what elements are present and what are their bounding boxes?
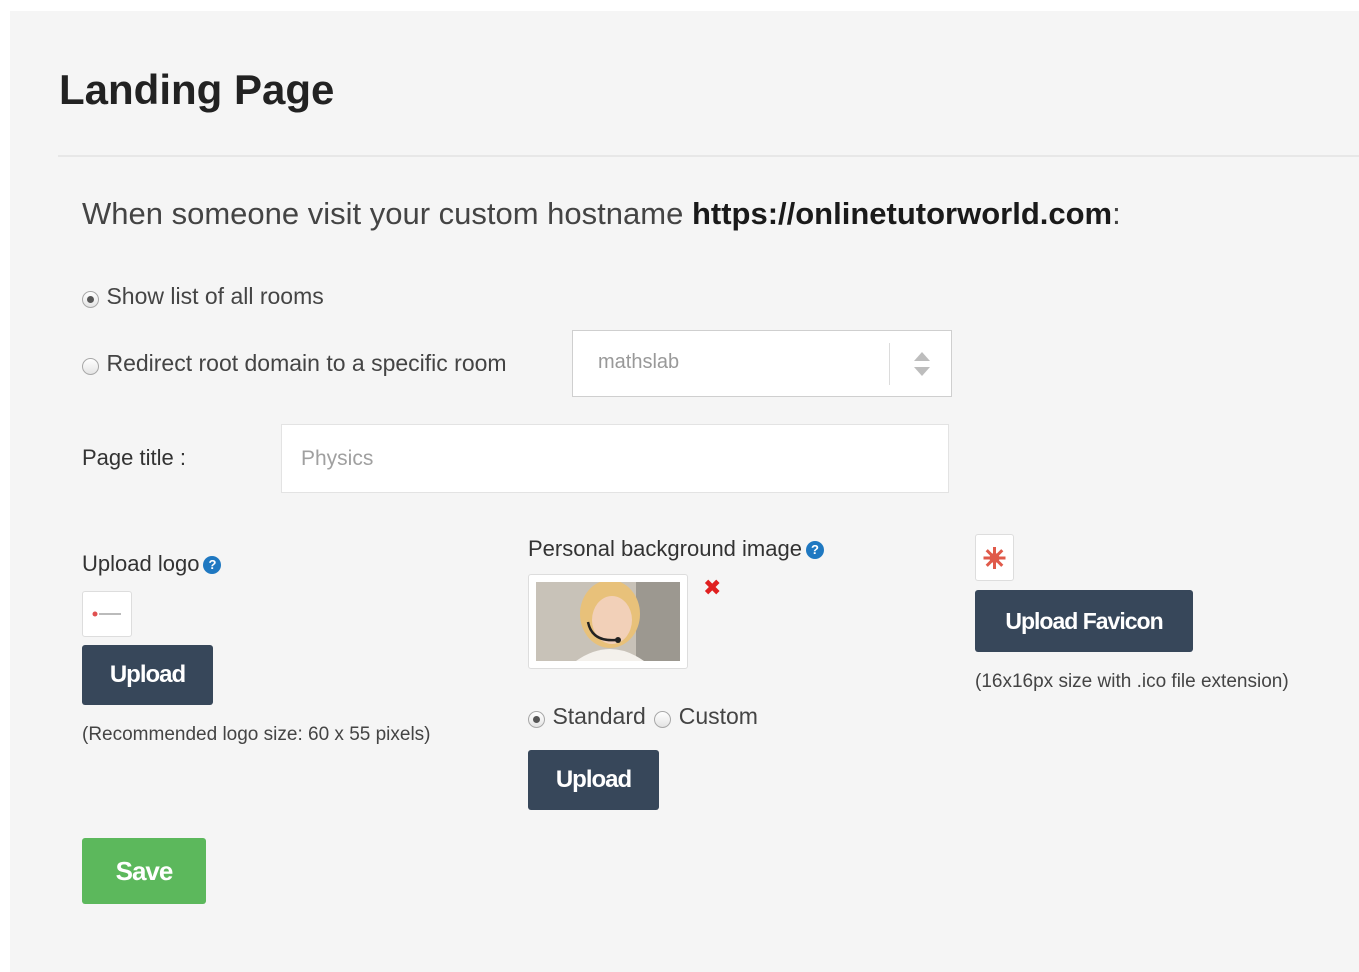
- favicon-preview: [975, 534, 1014, 581]
- page-title: Landing Page: [59, 66, 335, 113]
- room-select[interactable]: mathslab: [572, 330, 952, 397]
- standard-label: Standard: [552, 703, 646, 729]
- option-show-list[interactable]: Show list of all rooms: [82, 283, 324, 310]
- radio-redirect[interactable]: [82, 358, 99, 376]
- background-preview: [528, 574, 688, 669]
- help-icon[interactable]: ?: [203, 556, 222, 575]
- updown-arrows-icon: [914, 352, 930, 376]
- intro-text: When someone visit your custom hostname: [82, 196, 692, 231]
- background-heading: Personal background image?: [528, 536, 824, 562]
- radio-custom[interactable]: [654, 711, 672, 729]
- help-icon[interactable]: ?: [805, 541, 824, 560]
- upload-logo-heading: Upload logo?: [82, 551, 222, 577]
- upload-logo-button[interactable]: Upload: [82, 645, 213, 705]
- option-redirect-label: Redirect root domain to a specific room: [106, 350, 507, 376]
- option-redirect[interactable]: Redirect root domain to a specific room: [82, 350, 507, 377]
- upload-background-button[interactable]: Upload: [528, 750, 659, 810]
- intro-suffix: :: [1112, 196, 1121, 231]
- radio-standard[interactable]: [528, 711, 545, 729]
- custom-label: Custom: [678, 703, 758, 729]
- page-title-label: Page title :: [82, 445, 186, 470]
- hostname-intro: When someone visit your custom hostname …: [82, 196, 1121, 232]
- favicon-size-note: (16x16px size with .ico file extension): [975, 671, 1289, 692]
- upload-favicon-button[interactable]: Upload Favicon: [975, 590, 1193, 652]
- page-title-input[interactable]: [281, 424, 949, 493]
- logo-preview: [82, 591, 132, 637]
- upload-logo-label: Upload logo: [82, 551, 200, 576]
- radio-show-list[interactable]: [82, 291, 99, 309]
- room-select-value: mathslab: [598, 351, 680, 373]
- background-mode-options: Standard Custom: [528, 703, 758, 730]
- background-image: [536, 580, 680, 661]
- select-separator: [889, 343, 890, 385]
- save-button[interactable]: Save: [82, 838, 206, 904]
- background-label: Personal background image: [528, 536, 802, 561]
- favicon-image: [983, 547, 1006, 569]
- landing-page-panel: Landing Page When someone visit your cus…: [10, 11, 1359, 972]
- remove-background-icon[interactable]: ✖: [703, 575, 721, 601]
- header-divider: [58, 155, 1359, 157]
- option-show-list-label: Show list of all rooms: [106, 283, 324, 309]
- logo-size-note: (Recommended logo size: 60 x 55 pixels): [82, 724, 431, 745]
- logo-image: [92, 611, 121, 617]
- custom-hostname: https://onlinetutorworld.com: [691, 196, 1113, 231]
